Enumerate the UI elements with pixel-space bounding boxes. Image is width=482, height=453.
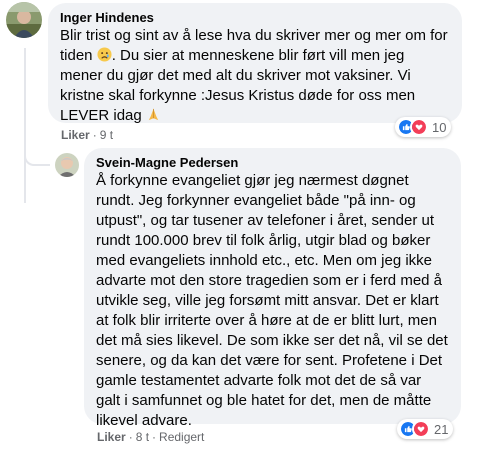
comment-author-2[interactable]: Svein-Magne Pedersen <box>96 155 449 171</box>
sad-face-emoji-icon <box>97 47 112 62</box>
thread-line <box>24 48 26 203</box>
comment-author-1[interactable]: Inger Hindenes <box>60 10 450 26</box>
separator-dot: · <box>152 430 157 444</box>
like-button-2[interactable]: Liker <box>97 430 126 444</box>
avatar-inger[interactable] <box>6 2 42 38</box>
love-reaction-icon <box>410 118 428 136</box>
reaction-count-2: 21 <box>434 421 449 437</box>
love-reaction-icon <box>412 420 430 438</box>
separator-dot: · <box>128 430 133 444</box>
comment-actions-1: Liker · 9 t <box>61 128 113 142</box>
comment-text-2: Å forkynne evangeliet gjør jeg nærmest d… <box>96 172 452 429</box>
praying-hands-emoji-icon <box>148 108 159 121</box>
comment-text-1: Blir trist og sint av å lese hva du skri… <box>60 26 450 126</box>
comment-bubble-1: Inger Hindenes Blir trist og sint av å l… <box>48 3 462 126</box>
thread-curve <box>24 150 50 166</box>
comment-actions-2: Liker · 8 t · Redigert <box>97 430 204 444</box>
separator-dot: · <box>92 128 97 142</box>
comment-time-2[interactable]: 8 t <box>136 430 149 444</box>
edited-label[interactable]: Redigert <box>159 430 204 444</box>
comment-bubble-2: Svein-Magne Pedersen Å forkynne evangeli… <box>84 148 461 429</box>
reaction-count-1: 10 <box>432 119 447 135</box>
reactions-summary-1[interactable]: 10 <box>395 117 452 137</box>
reactions-summary-2[interactable]: 21 <box>397 419 454 439</box>
avatar-svein-magne[interactable] <box>55 153 79 177</box>
comment-text-1-part-b: . Du sier at menneskene blir ført vill m… <box>60 47 420 124</box>
comment-time-1[interactable]: 9 t <box>100 128 113 142</box>
like-button-1[interactable]: Liker <box>61 128 90 142</box>
